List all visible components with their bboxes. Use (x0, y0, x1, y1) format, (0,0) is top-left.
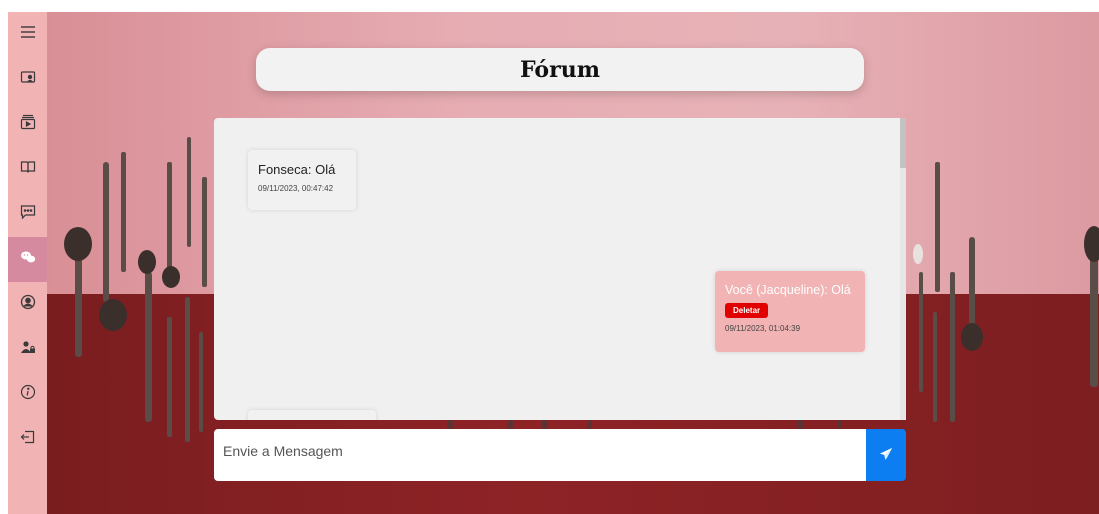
page-title: Fórum (520, 56, 600, 83)
menu-icon (20, 24, 36, 45)
sidebar-item-users[interactable] (8, 327, 47, 372)
book-icon (20, 159, 36, 180)
message-timestamp: 09/11/2023, 00:47:42 (258, 184, 334, 193)
send-button[interactable] (866, 429, 906, 481)
user-circle-icon (20, 294, 36, 315)
chat-messages-panel[interactable]: Fonseca: Olá 09/11/2023, 00:47:42 Você (… (214, 118, 906, 420)
sidebar-item-logout[interactable] (8, 417, 47, 462)
users-lock-icon (20, 339, 36, 360)
logout-icon (20, 429, 36, 450)
sidebar (8, 12, 47, 514)
scrollbar-thumb[interactable] (900, 118, 906, 168)
message-text: Fonseca: Olá (258, 162, 336, 177)
sidebar-item-forum[interactable] (8, 237, 47, 282)
paper-plane-icon (879, 447, 893, 464)
sidebar-item-videos[interactable] (8, 102, 47, 147)
sidebar-item-chat[interactable] (8, 192, 47, 237)
chat-bubble-icon (20, 204, 36, 225)
forum-icon (20, 249, 36, 270)
sidebar-item-book[interactable] (8, 147, 47, 192)
message-text: Você (Jacqueline): Olá (725, 283, 851, 297)
message-bubble-partial (248, 410, 376, 420)
info-icon (20, 384, 36, 405)
delete-message-button[interactable]: Deletar (725, 303, 769, 318)
sidebar-item-menu[interactable] (8, 12, 47, 57)
profile-card-icon (20, 69, 36, 90)
message-bubble: Fonseca: Olá 09/11/2023, 00:47:42 (248, 150, 356, 210)
message-input[interactable] (214, 429, 866, 481)
sidebar-item-account[interactable] (8, 282, 47, 327)
chat-scrollbar[interactable] (900, 118, 906, 420)
sidebar-item-info[interactable] (8, 372, 47, 417)
message-timestamp: 09/11/2023, 01:04:39 (725, 324, 801, 333)
page-header: Fórum (256, 48, 864, 91)
message-composer (214, 429, 906, 481)
own-message-bubble: Você (Jacqueline): Olá Deletar 09/11/202… (715, 271, 865, 352)
sidebar-item-profile-card[interactable] (8, 57, 47, 102)
video-icon (20, 114, 36, 135)
